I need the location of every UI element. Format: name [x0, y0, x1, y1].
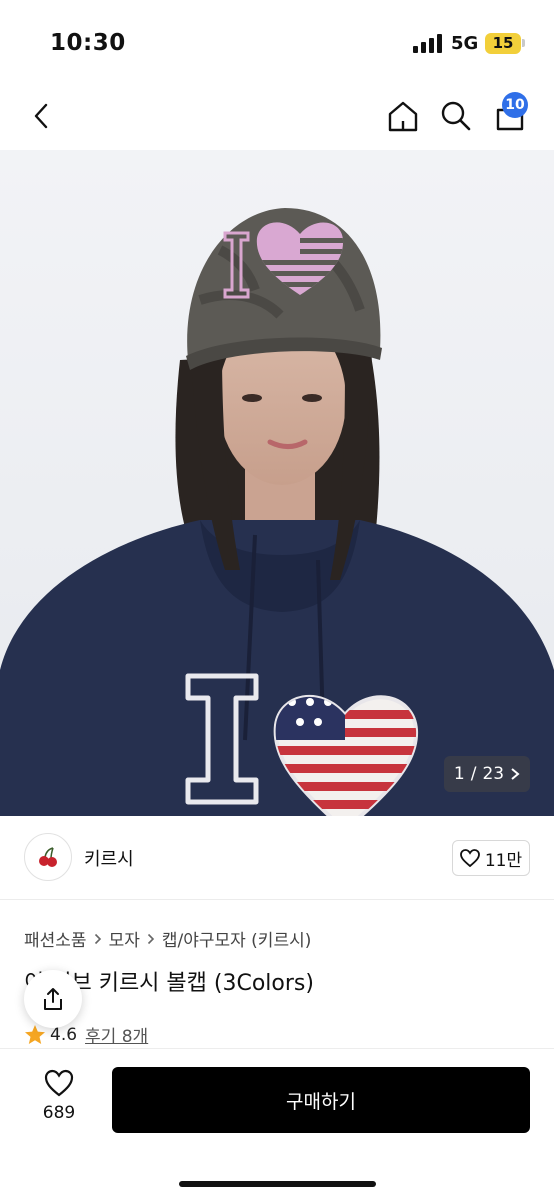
buy-button[interactable]: 구매하기: [112, 1067, 530, 1133]
shop-like-count: 11만: [484, 850, 523, 871]
heart-icon: [459, 849, 480, 867]
battery-cap: [522, 39, 525, 47]
search-icon: [441, 101, 471, 131]
home-indicator: [179, 1181, 376, 1187]
status-bar: 10:30 5G 15: [0, 0, 554, 88]
share-icon: [44, 988, 62, 1010]
back-button[interactable]: [20, 94, 64, 138]
product-image[interactable]: [0, 150, 554, 816]
network-type: 5G: [451, 33, 479, 54]
chevron-left-icon: [34, 103, 48, 129]
image-counter[interactable]: 1/23: [444, 756, 530, 792]
breadcrumb-item[interactable]: 패션소품: [24, 926, 87, 951]
breadcrumb-item[interactable]: 캡/야구모자 (키르시): [162, 926, 312, 951]
share-button[interactable]: [24, 970, 82, 1028]
counter-total: 23: [482, 764, 505, 784]
bottom-bar: 689 구매하기: [0, 1048, 554, 1200]
battery-icon: 15: [485, 33, 521, 54]
shop-logo[interactable]: [24, 833, 72, 881]
review-link[interactable]: 후기 8개: [85, 1022, 148, 1047]
chevron-right-icon: [147, 933, 155, 945]
signal-icon: [413, 33, 443, 53]
home-icon: [388, 101, 418, 132]
shop-name[interactable]: 키르시: [84, 845, 134, 871]
shop-row: 키르시 11만: [0, 816, 554, 900]
search-button[interactable]: [434, 94, 478, 138]
wishlist-button[interactable]: 689: [30, 1069, 88, 1123]
cherry-icon: [39, 847, 57, 867]
model-photo: [0, 208, 554, 816]
counter-current: 1: [453, 764, 465, 784]
wish-count: 689: [42, 1103, 76, 1123]
counter-separator: /: [470, 764, 477, 784]
cart-count-badge: 10: [502, 92, 528, 118]
star-icon: [25, 1025, 45, 1044]
shop-like-button[interactable]: 11만: [452, 840, 530, 876]
breadcrumb: 패션소품 모자 캡/야구모자 (키르시): [24, 926, 311, 951]
chevron-right-icon: [511, 768, 520, 780]
heart-icon: [44, 1069, 74, 1097]
status-time: 10:30: [50, 30, 126, 56]
breadcrumb-item[interactable]: 모자: [109, 926, 140, 951]
top-nav: [0, 88, 554, 148]
home-button[interactable]: [381, 94, 425, 138]
chevron-right-icon: [94, 933, 102, 945]
